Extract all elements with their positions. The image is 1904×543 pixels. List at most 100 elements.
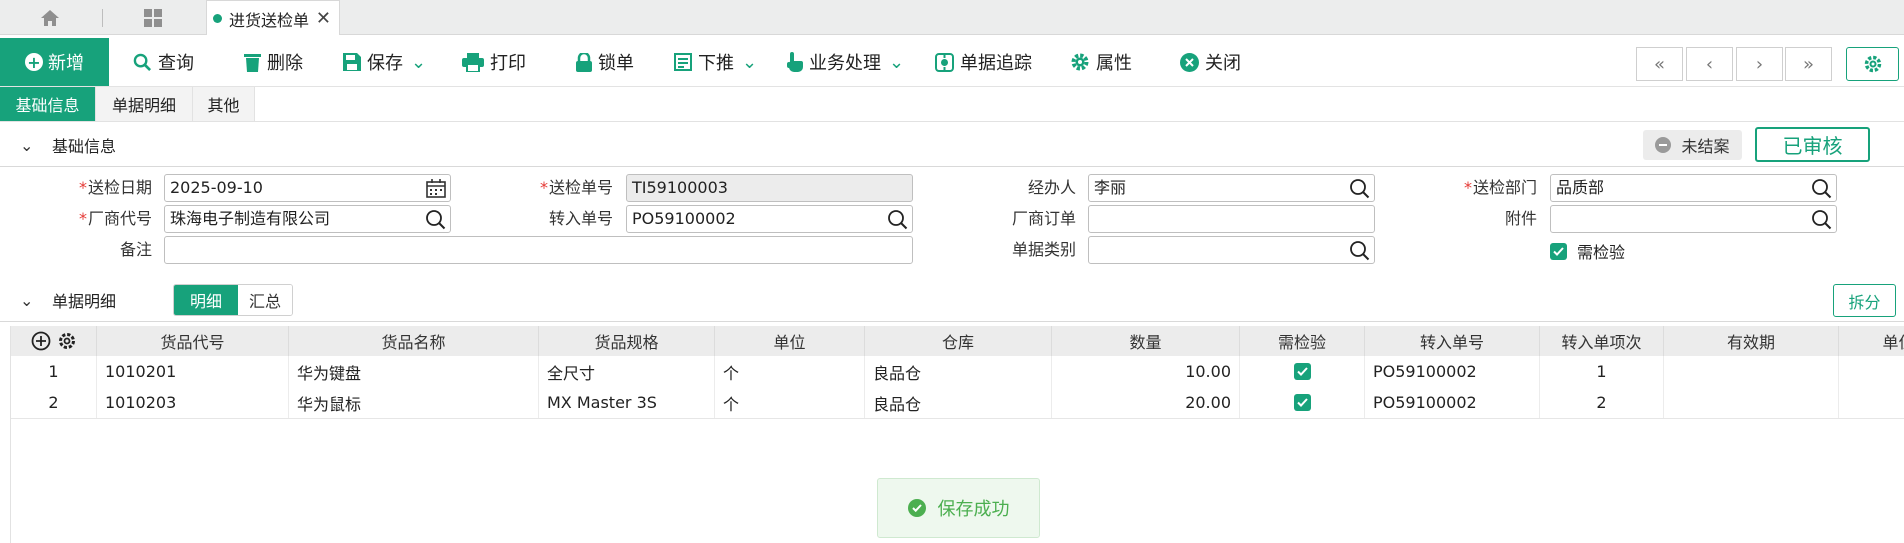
delete-button[interactable]: 删除 [244,38,303,86]
inspect-no-field: TI59100003 [626,174,913,202]
query-button[interactable]: 查询 [133,38,194,86]
source-no-field[interactable]: PO59100002 [626,205,913,233]
search-icon[interactable] [1349,240,1370,261]
gear-icon[interactable] [57,331,77,351]
properties-button[interactable]: 属性 [1070,38,1132,86]
double-chevron-right-icon: » [1802,53,1814,75]
next-record-button[interactable]: › [1736,47,1783,81]
add-row-icon[interactable] [31,331,51,351]
save-button[interactable]: 保存 ⌄ [343,38,426,86]
basic-section-header[interactable]: ⌄ 基础信息 [0,129,400,161]
need-inspect-cell[interactable] [1240,356,1365,387]
section-divider [0,166,1904,167]
handler-field[interactable]: 李丽 [1088,174,1375,202]
apps-tab[interactable] [135,0,171,35]
col-header[interactable]: 数量 [1052,326,1240,356]
push-down-button[interactable]: 下推 ⌄ [674,38,757,86]
inspect-no-label: *送检单号 [539,178,613,197]
col-header[interactable]: 货品规格 [539,326,715,356]
double-chevron-left-icon: « [1653,53,1665,75]
gear-icon [1071,53,1089,71]
search-icon[interactable] [1811,209,1832,230]
remark-field[interactable] [164,236,913,264]
split-button[interactable]: 拆分 [1833,284,1896,317]
trace-button[interactable]: 单据追踪 [935,38,1032,86]
business-process-button[interactable]: 业务处理 ⌄ [787,38,904,86]
active-dot-icon [213,14,222,23]
home-tab[interactable] [30,0,70,35]
status-badge-open: 未结案 [1643,130,1742,160]
trash-icon [244,53,261,72]
chevron-left-icon: ‹ [1705,53,1714,75]
col-header[interactable]: 有效期 [1664,326,1839,356]
checkbox-checked-icon [1293,363,1311,380]
need-inspect-checkbox[interactable]: 需检验 [1550,240,1625,262]
table-row[interactable]: 2 1010203 华为鼠标 MX Master 3S 个 良品仓 20.00 … [11,387,1904,419]
source-no-label: 转入单号 [548,209,613,228]
vendor-order-field[interactable] [1088,205,1375,233]
search-icon[interactable] [1349,178,1370,199]
section-title: 基础信息 [52,137,117,156]
view-summary-button[interactable]: 汇总 [238,285,292,315]
chevron-down-icon: ⌄ [20,135,34,155]
section-divider [0,321,1904,322]
detail-section-header[interactable]: ⌄ 单据明细 [0,284,160,316]
search-icon[interactable] [1811,178,1832,199]
checkbox-checked-icon [1293,394,1311,411]
view-detail-button[interactable]: 明细 [174,285,238,315]
first-record-button[interactable]: « [1636,47,1683,81]
col-header[interactable]: 仓库 [865,326,1052,356]
subtab-basic[interactable]: 基础信息 [0,87,96,121]
doc-type-label: 单据类别 [1011,240,1076,259]
search-icon[interactable] [425,209,446,230]
check-circle-icon [907,499,926,517]
inspect-date-label: *送检日期 [78,178,152,197]
close-button[interactable]: 关闭 [1180,38,1241,86]
print-button[interactable]: 打印 [462,38,526,86]
col-header[interactable]: 货品代号 [97,326,289,356]
chevron-right-icon: › [1755,53,1764,75]
save-success-toast: 保存成功 [877,478,1040,538]
col-header[interactable]: 单位 [1839,326,1904,356]
close-circle-icon [1180,52,1199,72]
remark-label: 备注 [119,240,152,259]
checkbox-checked-icon [1550,242,1567,260]
search-icon[interactable] [887,209,908,230]
close-tab-icon[interactable]: ✕ [316,9,331,28]
doc-type-field[interactable] [1088,236,1375,264]
chevron-down-icon[interactable]: ⌄ [742,52,757,73]
need-inspect-cell[interactable] [1240,387,1365,418]
home-icon [41,9,59,26]
target-icon [935,52,954,72]
subtab-other[interactable]: 其他 [193,87,255,121]
inspect-date-field[interactable]: 2025-09-10 [164,174,451,202]
col-header[interactable]: 单位 [715,326,865,356]
printer-icon [462,52,484,72]
col-header[interactable]: 转入单号 [1365,326,1540,356]
last-record-button[interactable]: » [1785,47,1832,81]
chevron-down-icon[interactable]: ⌄ [411,52,426,73]
tab-label: 进货送检单 [229,10,310,30]
tab-inspection-order[interactable]: 进货送检单 ✕ [206,0,340,36]
attachment-label: 附件 [1504,209,1537,228]
grid-tools-cell [11,326,97,356]
calendar-icon[interactable] [426,178,446,198]
detail-view-toggle: 明细 汇总 [173,284,293,316]
col-header[interactable]: 转入单项次 [1540,326,1664,356]
vendor-code-label: *厂商代号 [78,209,152,228]
table-row[interactable]: 1 1010201 华为键盘 全尺寸 个 良品仓 10.00 PO5910000… [11,356,1904,388]
vendor-code-field[interactable]: 珠海电子制造有限公司 [164,205,451,233]
col-header[interactable]: 需检验 [1240,326,1365,356]
new-button[interactable]: + 新增 [0,38,109,86]
attachment-field[interactable] [1550,205,1837,233]
prev-record-button[interactable]: ‹ [1686,47,1733,81]
gear-icon [1864,55,1881,73]
plus-icon: + [25,53,43,72]
inspect-dept-field[interactable]: 品质部 [1550,174,1837,202]
section-title: 单据明细 [52,292,117,311]
subtab-detail[interactable]: 单据明细 [96,87,193,121]
chevron-down-icon[interactable]: ⌄ [889,52,904,73]
settings-button[interactable] [1846,47,1899,81]
lock-button[interactable]: 锁单 [576,38,634,86]
col-header[interactable]: 货品名称 [289,326,539,356]
